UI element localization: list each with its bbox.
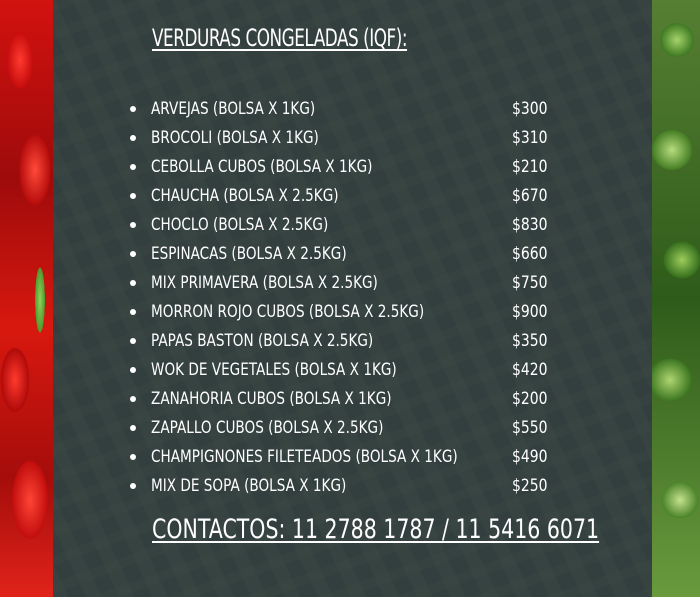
- bullet-icon: [130, 221, 136, 228]
- bullet-icon: [130, 279, 136, 286]
- product-price: $350: [512, 330, 548, 351]
- list-item: WOK DE VEGETALES (BOLSA X 1KG) $420: [130, 355, 610, 384]
- bullet-icon: [130, 134, 136, 141]
- product-name: CEBOLLA CUBOS (BOLSA X 1KG): [151, 156, 373, 177]
- list-item: CHOCLO (BOLSA X 2.5KG) $830: [130, 210, 610, 239]
- product-name: CHOCLO (BOLSA X 2.5KG): [151, 214, 329, 235]
- product-price: $420: [512, 359, 548, 380]
- list-item: ZANAHORIA CUBOS (BOLSA X 1KG) $200: [130, 384, 610, 413]
- product-name: BROCOLI (BOLSA X 1KG): [151, 127, 319, 148]
- list-item: MIX DE SOPA (BOLSA X 1KG) $250: [130, 471, 610, 500]
- product-name: MIX PRIMAVERA (BOLSA X 2.5KG): [151, 272, 378, 293]
- product-price: $310: [512, 127, 548, 148]
- product-price: $550: [512, 417, 548, 438]
- product-name: CHAUCHA (BOLSA X 2.5KG): [151, 185, 339, 206]
- list-item: ZAPALLO CUBOS (BOLSA X 2.5KG) $550: [130, 413, 610, 442]
- product-price: $830: [512, 214, 548, 235]
- bullet-icon: [130, 308, 136, 315]
- list-item: CHAMPIGNONES FILETEADOS (BOLSA X 1KG) $49…: [130, 442, 610, 471]
- product-name: ESPINACAS (BOLSA X 2.5KG): [151, 243, 347, 264]
- list-item: ESPINACAS (BOLSA X 2.5KG) $660: [130, 239, 610, 268]
- bullet-icon: [130, 105, 136, 112]
- product-list: ARVEJAS (BOLSA X 1KG) $300 BROCOLI (BOLSA…: [130, 94, 610, 500]
- bullet-icon: [130, 250, 136, 257]
- list-item: CEBOLLA CUBOS (BOLSA X 1KG) $210: [130, 152, 610, 181]
- product-price: $750: [512, 272, 548, 293]
- bullet-icon: [130, 163, 136, 170]
- list-item: CHAUCHA (BOLSA X 2.5KG) $670: [130, 181, 610, 210]
- product-price: $210: [512, 156, 548, 177]
- bullet-icon: [130, 453, 136, 460]
- product-name: WOK DE VEGETALES (BOLSA X 1KG): [151, 359, 397, 380]
- product-name: ARVEJAS (BOLSA X 1KG): [151, 98, 316, 119]
- list-item: BROCOLI (BOLSA X 1KG) $310: [130, 123, 610, 152]
- contacts-phone-numbers: CONTACTOS: 11 2788 1787 / 11 5416 6071: [152, 514, 600, 545]
- price-list-panel: VERDURAS CONGELADAS (IQF): ARVEJAS (BOLS…: [53, 0, 652, 597]
- product-price: $660: [512, 243, 548, 264]
- bullet-icon: [130, 482, 136, 489]
- product-name: ZANAHORIA CUBOS (BOLSA X 1KG): [151, 388, 392, 409]
- product-price: $670: [512, 185, 548, 206]
- list-item: ARVEJAS (BOLSA X 1KG) $300: [130, 94, 610, 123]
- bullet-icon: [130, 424, 136, 431]
- product-name: CHAMPIGNONES FILETEADOS (BOLSA X 1KG): [151, 446, 458, 467]
- product-price: $490: [512, 446, 548, 467]
- broccoli-background: [652, 0, 700, 597]
- bullet-icon: [130, 192, 136, 199]
- bullet-icon: [130, 337, 136, 344]
- bullet-icon: [130, 395, 136, 402]
- product-name: PAPAS BASTON (BOLSA X 2.5KG): [151, 330, 374, 351]
- product-price: $300: [512, 98, 548, 119]
- bullet-icon: [130, 366, 136, 373]
- product-name: MIX DE SOPA (BOLSA X 1KG): [151, 475, 347, 496]
- list-item: MIX PRIMAVERA (BOLSA X 2.5KG) $750: [130, 268, 610, 297]
- product-name: ZAPALLO CUBOS (BOLSA X 2.5KG): [151, 417, 384, 438]
- product-price: $250: [512, 475, 548, 496]
- product-price: $200: [512, 388, 548, 409]
- page-title: VERDURAS CONGELADAS (IQF):: [152, 24, 408, 52]
- product-name: MORRON ROJO CUBOS (BOLSA X 2.5KG): [151, 301, 425, 322]
- list-item: MORRON ROJO CUBOS (BOLSA X 2.5KG) $900: [130, 297, 610, 326]
- red-pepper-background: [0, 0, 53, 597]
- product-price: $900: [512, 301, 548, 322]
- list-item: PAPAS BASTON (BOLSA X 2.5KG) $350: [130, 326, 610, 355]
